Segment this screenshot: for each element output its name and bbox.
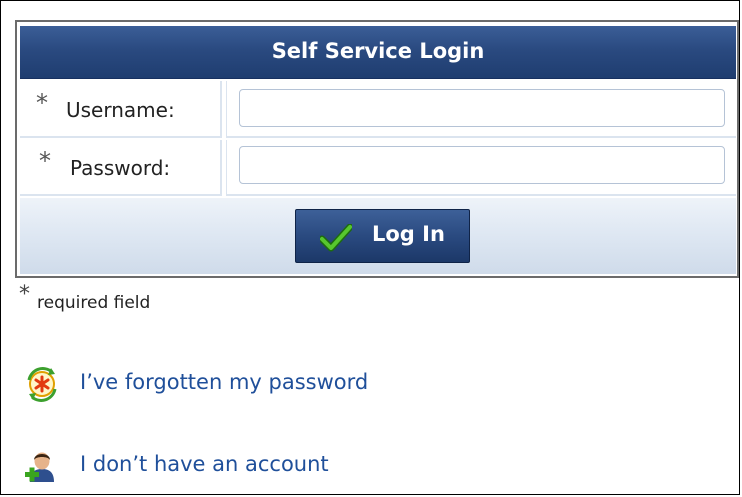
- required-marker: *: [36, 89, 48, 117]
- password-input[interactable]: [239, 146, 725, 184]
- password-row: * Password:: [20, 140, 736, 196]
- password-label-cell: * Password:: [20, 140, 222, 196]
- login-panel: Self Service Login * Username: * Passwor…: [15, 20, 739, 278]
- password-reset-icon: [27, 367, 57, 402]
- username-input[interactable]: [239, 89, 725, 127]
- password-label: Password:: [70, 156, 171, 180]
- no-account-link-text: I don’t have an account: [80, 452, 329, 476]
- forgot-password-link-text: I’ve forgotten my password: [80, 370, 369, 394]
- required-marker: *: [39, 147, 51, 175]
- username-input-cell: [226, 81, 736, 138]
- add-user-icon: [25, 452, 54, 482]
- log-in-button[interactable]: Log In: [295, 209, 470, 263]
- login-action-bar: Log In: [20, 198, 736, 274]
- username-row: * Username:: [20, 81, 736, 138]
- username-label: Username:: [66, 98, 175, 122]
- check-icon: [320, 224, 352, 252]
- required-field-note: required field: [37, 293, 151, 313]
- username-label-cell: * Username:: [20, 81, 222, 138]
- required-marker: *: [19, 282, 30, 307]
- log-in-button-label: Log In: [372, 222, 445, 246]
- password-input-cell: [226, 140, 736, 196]
- login-title: Self Service Login: [271, 39, 485, 63]
- login-header: Self Service Login: [20, 26, 736, 79]
